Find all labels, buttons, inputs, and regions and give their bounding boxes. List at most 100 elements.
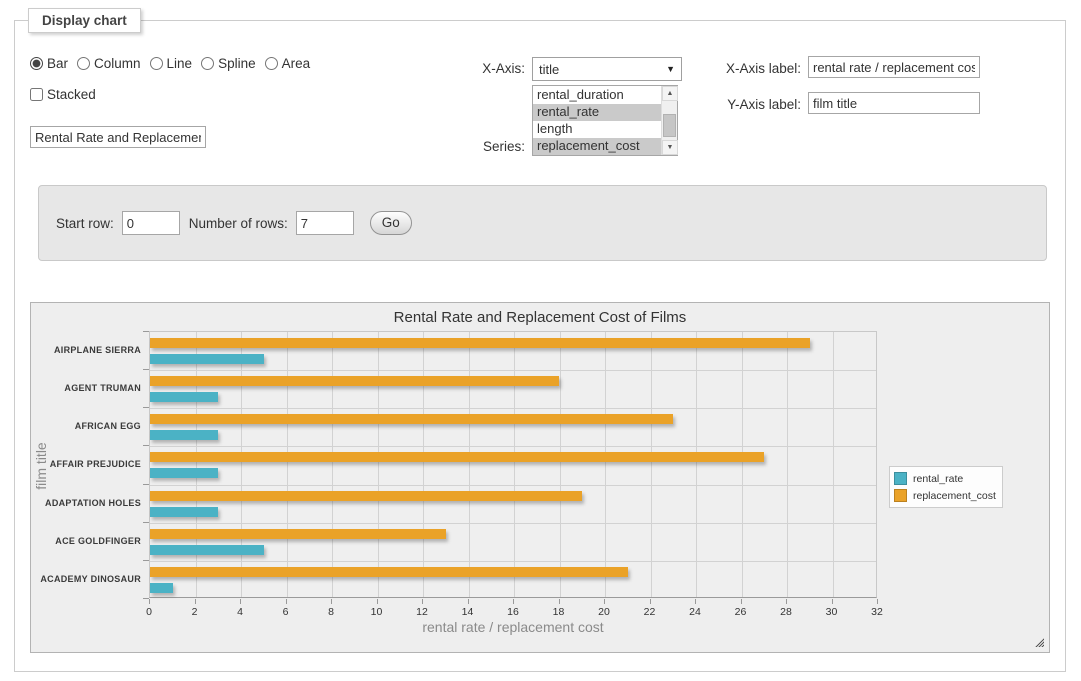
chart-type-radio-area[interactable]	[265, 57, 278, 70]
bar-replacement_cost	[150, 567, 628, 577]
chart-type-option-area[interactable]: Area	[265, 56, 311, 71]
x-tick-mark	[650, 599, 651, 604]
x-tick-label: 4	[225, 606, 255, 618]
bar-rental_rate	[150, 468, 218, 478]
x-tick-mark	[286, 599, 287, 604]
x-tick-mark	[195, 599, 196, 604]
bar-rental_rate	[150, 392, 218, 402]
x-tick-label: 2	[180, 606, 210, 618]
scroll-down-icon[interactable]: ▼	[662, 140, 678, 155]
chart-type-label: Line	[167, 56, 193, 71]
x-tick-mark	[741, 599, 742, 604]
bar-rental_rate	[150, 583, 173, 593]
y-tick-mark	[143, 407, 149, 408]
chart-type-option-bar[interactable]: Bar	[30, 56, 68, 71]
x-tick-label: 18	[544, 606, 574, 618]
rows-controls-panel: Start row: Number of rows: Go	[38, 185, 1047, 261]
x-tick-label: 26	[726, 606, 756, 618]
x-axis-selected-value: title	[539, 62, 559, 77]
y-gridline	[150, 370, 876, 371]
start-row-input[interactable]	[122, 211, 180, 235]
bar-rental_rate	[150, 507, 218, 517]
bar-replacement_cost	[150, 491, 582, 501]
chart-type-option-line[interactable]: Line	[150, 56, 193, 71]
y-axis-title: film title	[33, 416, 49, 516]
y-gridline	[150, 561, 876, 562]
y-gridline	[150, 408, 876, 409]
x-gridline	[833, 332, 834, 597]
x-tick-label: 24	[680, 606, 710, 618]
series-select-label: Series:	[430, 139, 525, 154]
x-tick-mark	[832, 599, 833, 604]
bar-rental_rate	[150, 354, 264, 364]
legend-label: rental_rate	[913, 473, 963, 485]
chart-type-radio-group: Bar Column Line Spline Area	[30, 56, 310, 71]
legend-swatch-icon	[894, 472, 907, 485]
legend-item-replacement_cost: replacement_cost	[894, 487, 996, 504]
y-gridline	[150, 523, 876, 524]
chart-type-radio-bar[interactable]	[30, 57, 43, 70]
series-listbox[interactable]: rental_durationrental_ratelengthreplacem…	[532, 85, 678, 156]
x-tick-label: 16	[498, 606, 528, 618]
chart-type-radio-column[interactable]	[77, 57, 90, 70]
x-tick-mark	[468, 599, 469, 604]
x-axis-select[interactable]: title ▼	[532, 57, 682, 81]
x-tick-label: 0	[134, 606, 164, 618]
x-gridline	[514, 332, 515, 597]
x-tick-label: 6	[271, 606, 301, 618]
x-tick-mark	[422, 599, 423, 604]
legend-label: replacement_cost	[913, 490, 996, 502]
chart-title-input[interactable]	[30, 126, 206, 148]
stacked-checkbox[interactable]	[30, 88, 43, 101]
x-tick-label: 14	[453, 606, 483, 618]
bar-replacement_cost	[150, 529, 446, 539]
dropdown-arrow-icon: ▼	[666, 64, 675, 74]
x-tick-mark	[877, 599, 878, 604]
x-axis-select-label: X-Axis:	[430, 61, 525, 76]
chart-type-radio-spline[interactable]	[201, 57, 214, 70]
y-axis-label-input[interactable]	[808, 92, 980, 114]
chart-type-label: Column	[94, 56, 141, 71]
stacked-row: Stacked	[30, 87, 96, 102]
y-tick-mark	[143, 445, 149, 446]
chart-type-label: Spline	[218, 56, 256, 71]
chart-type-label: Area	[282, 56, 311, 71]
series-option-length[interactable]: length	[533, 121, 661, 138]
x-tick-mark	[786, 599, 787, 604]
chart-type-option-spline[interactable]: Spline	[201, 56, 256, 71]
series-options: rental_durationrental_ratelengthreplacem…	[533, 86, 661, 155]
resize-grip[interactable]	[1033, 636, 1044, 647]
x-axis-label-input[interactable]	[808, 56, 980, 78]
go-button[interactable]: Go	[370, 211, 412, 235]
chart-legend: rental_rate replacement_cost	[889, 466, 1003, 508]
x-gridline	[787, 332, 788, 597]
series-option-rental_duration[interactable]: rental_duration	[533, 87, 661, 104]
y-tick-label: ADAPTATION HOLES	[33, 498, 141, 508]
y-tick-label: AIRPLANE SIERRA	[33, 345, 141, 355]
bar-rental_rate	[150, 545, 264, 555]
y-gridline	[150, 485, 876, 486]
series-option-rental_rate[interactable]: rental_rate	[533, 104, 661, 121]
bar-replacement_cost	[150, 452, 764, 462]
scrollbar-thumb[interactable]	[663, 114, 676, 137]
x-gridline	[423, 332, 424, 597]
x-gridline	[378, 332, 379, 597]
x-tick-mark	[240, 599, 241, 604]
x-tick-label: 32	[862, 606, 892, 618]
chart-type-radio-line[interactable]	[150, 57, 163, 70]
num-rows-label: Number of rows:	[189, 216, 288, 231]
legend-item-rental_rate: rental_rate	[894, 470, 996, 487]
stacked-option[interactable]: Stacked	[30, 87, 96, 102]
chart-plot-area	[149, 331, 877, 598]
num-rows-input[interactable]	[296, 211, 354, 235]
y-tick-mark	[143, 598, 149, 599]
y-tick-mark	[143, 522, 149, 523]
scroll-up-icon[interactable]: ▲	[662, 86, 678, 101]
x-tick-mark	[377, 599, 378, 604]
series-option-replacement_cost[interactable]: replacement_cost	[533, 138, 661, 155]
bar-replacement_cost	[150, 376, 559, 386]
series-scrollbar[interactable]: ▲ ▼	[661, 86, 677, 155]
y-tick-label: AFFAIR PREJUDICE	[33, 459, 141, 469]
chart-type-option-column[interactable]: Column	[77, 56, 141, 71]
x-tick-mark	[331, 599, 332, 604]
